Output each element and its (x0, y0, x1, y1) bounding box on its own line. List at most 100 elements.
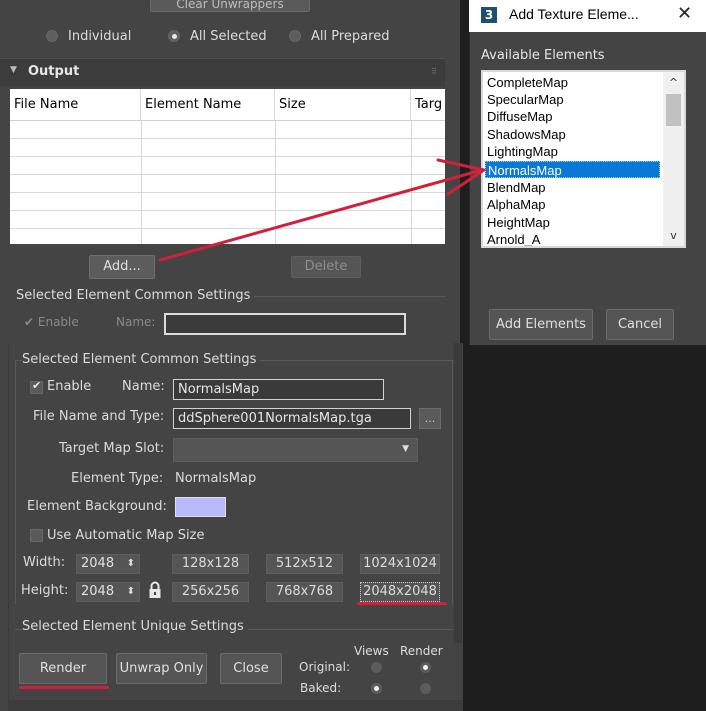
back-name-label: Name: (116, 315, 156, 329)
list-item-arnold-a[interactable]: Arnold_A (487, 231, 662, 246)
column-divider (141, 121, 142, 244)
size-preset-1024[interactable]: 1024x1024 (360, 554, 440, 574)
list-item-diffusemap[interactable]: DiffuseMap (487, 108, 662, 125)
dialog-titlebar[interactable]: 3 Add Texture Eleme... ✕ (469, 0, 706, 32)
table-row[interactable] (10, 229, 445, 244)
chevron-down-icon[interactable]: v (663, 226, 684, 246)
width-spinner[interactable]: 2048 ⬍ (76, 554, 140, 574)
list-item-shadowsmap[interactable]: ShadowsMap (487, 126, 662, 143)
timeline-ruler (8, 700, 463, 711)
auto-map-size-checkbox[interactable] (30, 529, 43, 542)
panel-scrollbar[interactable] (454, 343, 462, 643)
output-rollout-header[interactable]: ▼ Output ⠿ (0, 58, 445, 86)
render-button[interactable]: Render (19, 653, 107, 684)
radio-individual[interactable]: Individual (46, 27, 131, 45)
output-table[interactable]: File Name Element Name Size Targ (10, 89, 445, 244)
delete-element-button[interactable]: Delete (291, 256, 361, 278)
available-elements-list[interactable]: CompleteMap SpecularMap DiffuseMap Shado… (481, 70, 686, 248)
radio-label: All Selected (190, 28, 267, 44)
original-render-radio[interactable] (420, 662, 431, 673)
list-item-alphamap[interactable]: AlphaMap (487, 196, 662, 213)
radio-all-selected[interactable]: All Selected (168, 27, 267, 45)
list-item-lightingmap[interactable]: LightingMap (487, 143, 662, 160)
dialog-title: Add Texture Eleme... (509, 6, 639, 22)
height-spinner[interactable]: 2048 ⬍ (76, 582, 140, 602)
available-elements-label: Available Elements (481, 48, 605, 63)
width-label: Width: (23, 555, 66, 570)
original-label: Original: (299, 660, 350, 674)
spinner-arrows-icon[interactable]: ⬍ (127, 555, 135, 573)
browse-file-button[interactable]: ... (419, 408, 441, 429)
radio-button-icon (168, 30, 180, 42)
size-preset-768[interactable]: 768x768 (266, 582, 343, 602)
bake-scope-radio-group: Individual All Selected All Prepared (0, 22, 445, 48)
table-row[interactable] (10, 175, 445, 193)
column-divider (411, 121, 412, 244)
3dsmax-app-icon: 3 (481, 7, 497, 23)
column-divider (275, 121, 276, 244)
list-item-completemap[interactable]: CompleteMap (487, 74, 662, 91)
enable-checkbox[interactable] (30, 379, 43, 394)
list-item-blendmap[interactable]: BlendMap (487, 179, 662, 196)
name-label: Name: (122, 379, 165, 394)
grip-icon: ⠿ (431, 67, 437, 76)
column-header-target[interactable]: Targ (411, 89, 445, 121)
table-row[interactable] (10, 157, 445, 175)
list-scrollbar[interactable]: ^ v (663, 72, 684, 246)
list-item-normalsmap[interactable]: NormalsMap (485, 161, 660, 178)
element-background-label: Element Background: (27, 499, 167, 514)
spinner-arrows-icon[interactable]: ⬍ (127, 583, 135, 601)
baked-views-radio[interactable] (371, 683, 382, 694)
size-preset-256[interactable]: 256x256 (172, 582, 249, 602)
width-value: 2048 (81, 556, 115, 571)
views-column-header: Views (354, 644, 389, 658)
scroll-thumb[interactable] (666, 94, 681, 126)
common-settings-panel: Selected Element Common Settings Enable … (8, 343, 463, 711)
size-preset-512[interactable]: 512x512 (266, 554, 343, 574)
column-header-element-name[interactable]: Element Name (141, 89, 275, 121)
list-item-heightmap[interactable]: HeightMap (487, 214, 662, 231)
target-map-slot-dropdown[interactable]: ▼ (173, 438, 418, 462)
radio-all-prepared[interactable]: All Prepared (289, 27, 389, 45)
table-row[interactable] (10, 211, 445, 229)
table-row[interactable] (10, 121, 445, 139)
render-column-header: Render (400, 644, 443, 658)
chevron-up-icon[interactable]: ^ (663, 72, 684, 92)
cancel-button[interactable]: Cancel (606, 309, 674, 340)
close-icon[interactable]: ✕ (677, 3, 692, 24)
baked-label: Baked: (300, 681, 342, 695)
back-enable-label: Enable (37, 315, 79, 329)
height-value: 2048 (81, 584, 115, 599)
close-button[interactable]: Close (220, 653, 282, 684)
radio-button-icon (46, 30, 58, 42)
column-header-file-name[interactable]: File Name (10, 89, 141, 121)
file-name-type-field[interactable]: ddSphere001NormalsMap.tga (173, 408, 411, 429)
add-element-button[interactable]: Add... (89, 255, 155, 279)
list-item-specularmap[interactable]: SpecularMap (487, 91, 662, 108)
column-header-size[interactable]: Size (275, 89, 411, 121)
original-views-radio[interactable] (371, 662, 382, 673)
element-type-value: NormalsMap (175, 471, 257, 486)
back-name-field[interactable] (164, 313, 406, 335)
lock-icon[interactable] (148, 581, 162, 600)
collapse-arrow-icon: ▼ (10, 65, 17, 75)
group-box-right (452, 360, 453, 604)
unwrap-only-button[interactable]: Unwrap Only (116, 653, 207, 684)
table-row[interactable] (10, 193, 445, 211)
radio-button-icon (289, 30, 301, 42)
name-field[interactable]: NormalsMap (173, 379, 384, 400)
element-background-swatch[interactable] (175, 497, 226, 517)
clear-unwrappers-button[interactable]: Clear Unwrappers (150, 0, 310, 12)
group-box-left (15, 360, 16, 604)
back-common-settings-title: Selected Element Common Settings (16, 288, 255, 303)
size-preset-128[interactable]: 128x128 (172, 554, 249, 574)
back-enable-checkbox[interactable]: ✔ Enable (24, 315, 79, 329)
auto-map-size-label: Use Automatic Map Size (47, 528, 205, 543)
target-map-slot-label: Target Map Slot: (59, 441, 165, 456)
size-preset-2048[interactable]: 2048x2048 (360, 582, 440, 602)
output-table-header: File Name Element Name Size Targ (10, 89, 445, 121)
table-row[interactable] (10, 139, 445, 157)
height-label: Height: (21, 583, 69, 598)
add-elements-button[interactable]: Add Elements (489, 309, 593, 340)
baked-render-radio[interactable] (420, 683, 431, 694)
